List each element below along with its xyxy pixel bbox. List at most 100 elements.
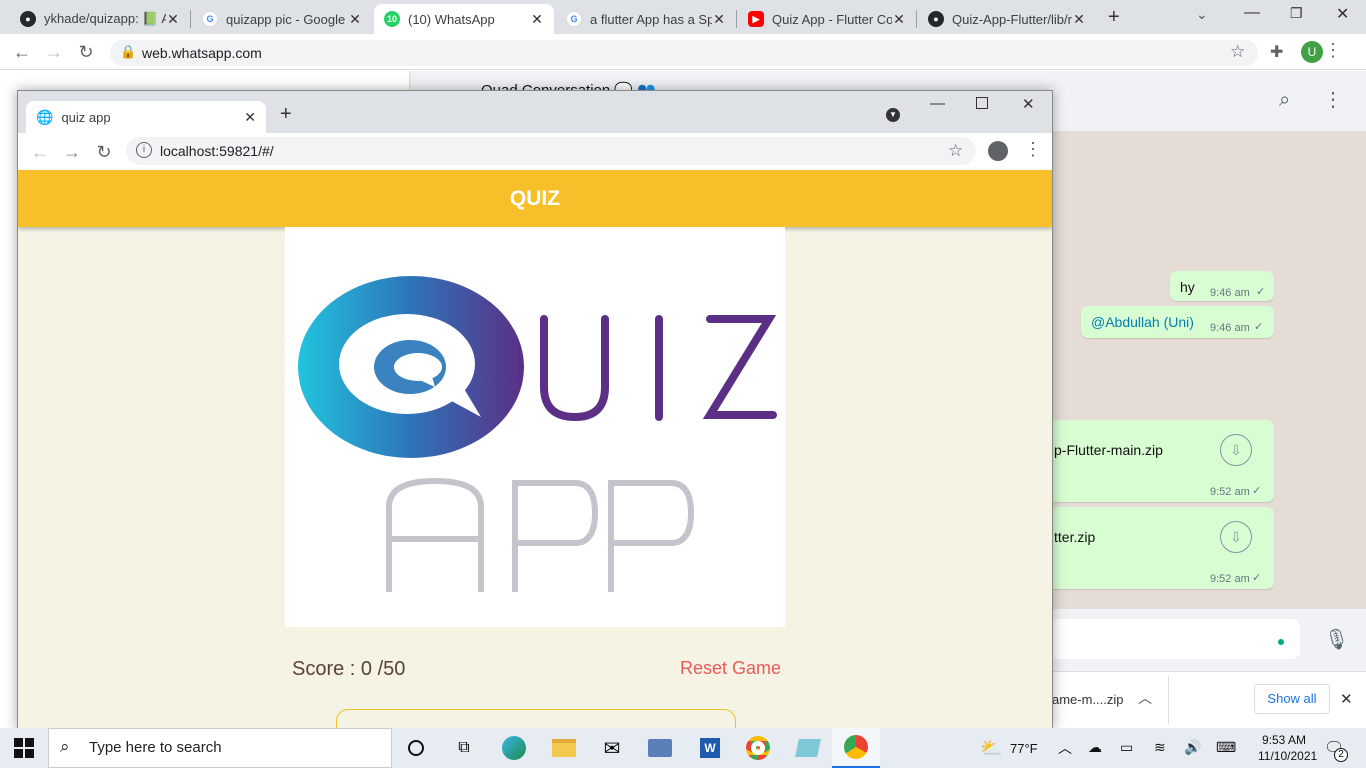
chevron-up-icon[interactable]: ︿ (1138, 688, 1152, 708)
outer-tab-whatsapp[interactable]: 10 (10) WhatsApp ✕ (374, 4, 554, 34)
close-window-icon[interactable]: ✕ (1022, 95, 1035, 113)
back-icon[interactable]: ← (10, 34, 34, 70)
close-icon[interactable]: ✕ (712, 11, 726, 28)
tab-label: Quiz-App-Flutter/lib/r (952, 11, 1072, 27)
weather-temp[interactable]: 77°F (1010, 741, 1038, 756)
menu-icon[interactable]: ⋮ (1324, 40, 1342, 61)
status-dot (1278, 639, 1284, 645)
search-icon[interactable]: ⌕ (1279, 89, 1290, 112)
volume-icon[interactable]: 🔊 (1184, 739, 1201, 756)
divider (1168, 676, 1169, 724)
minimize-icon[interactable]: — (930, 95, 945, 112)
reset-game-button[interactable]: Reset Game (680, 658, 781, 679)
new-tab-icon[interactable]: + (280, 103, 292, 126)
inner-tab-quiz-app[interactable]: 🌐 quiz app ✕ (26, 101, 266, 133)
taskbar-search-input[interactable]: Type here to search (48, 728, 392, 768)
message-time: 9:46 am (1210, 322, 1250, 334)
network-app-icon[interactable] (636, 728, 684, 768)
mail-icon[interactable]: ✉ (588, 728, 636, 768)
close-icon[interactable]: ✕ (530, 11, 544, 28)
file-explorer-icon[interactable] (540, 728, 588, 768)
tab-label: (10) WhatsApp (408, 11, 495, 27)
info-icon[interactable]: i (136, 142, 152, 158)
close-icon[interactable]: ✕ (1072, 11, 1086, 28)
file-name: tter.zip (1054, 529, 1096, 545)
outer-tab-youtube[interactable]: ▶ Quiz App - Flutter Co ✕ (738, 4, 916, 34)
tab-separator (736, 10, 737, 28)
answer-option-button[interactable] (336, 709, 736, 729)
maximize-icon[interactable] (976, 97, 988, 109)
microphone-icon[interactable]: 🎙 (1324, 627, 1349, 652)
new-tab-icon[interactable]: + (1108, 6, 1120, 29)
cortana-icon[interactable] (392, 728, 440, 768)
menu-icon[interactable]: ⋮ (1024, 139, 1042, 160)
show-all-button[interactable]: Show all (1254, 684, 1330, 714)
restore-icon[interactable]: ❐ (1290, 5, 1303, 22)
github-icon: ● (928, 11, 944, 27)
file-message[interactable]: tter.zip ⇩ 9:52 am ✓ (1052, 507, 1274, 589)
download-bar: ame-m....zip ︿ Show all ✕ (1052, 671, 1366, 728)
tab-label: a flutter App has a Spl (590, 11, 712, 27)
bookmark-star-icon[interactable]: ☆ (948, 141, 963, 161)
bookmark-star-icon[interactable]: ☆ (1230, 42, 1245, 62)
chrome-active-icon[interactable] (832, 728, 880, 768)
tab-label: quiz app (61, 109, 111, 125)
weather-icon[interactable]: ⛅ (980, 738, 1002, 759)
read-tick-icon: ✓ (1252, 485, 1262, 497)
close-icon[interactable]: ✕ (1340, 690, 1353, 708)
minimize-icon[interactable]: — (1244, 4, 1260, 22)
lock-icon: 🔒 (120, 44, 137, 59)
app-bar-title: QUIZ (18, 170, 1052, 227)
file-name: p-Flutter-main.zip (1054, 442, 1163, 458)
word-icon[interactable]: W (686, 728, 734, 768)
profile-icon[interactable] (988, 141, 1008, 161)
whatsapp-icon: 10 (384, 11, 400, 27)
close-icon[interactable]: ✕ (348, 11, 362, 28)
profile-avatar[interactable]: U (1301, 41, 1323, 63)
reload-icon[interactable]: ↻ (92, 134, 116, 170)
chevron-up-icon[interactable]: ︿ (1058, 738, 1072, 758)
inner-url-input[interactable]: localhost:59821/#/ (126, 137, 976, 165)
outer-tab-github-quizapp[interactable]: ● ykhade/quizapp: 📗 A ✕ (10, 4, 190, 34)
outer-url-input[interactable]: web.whatsapp.com (110, 40, 1258, 66)
clock[interactable]: 9:53 AM 11/10/2021 (1258, 732, 1317, 764)
close-window-icon[interactable]: ✕ (1336, 4, 1349, 24)
forward-icon[interactable]: → (60, 134, 84, 170)
chrome-icon[interactable] (734, 728, 782, 768)
close-icon[interactable]: ✕ (244, 109, 256, 126)
github-icon: ● (20, 11, 36, 27)
message-bubble[interactable]: @Abdullah (Uni) 9:46 am ✓ (1081, 306, 1274, 338)
tab-search-icon[interactable]: ⌄ (1196, 6, 1208, 23)
close-icon[interactable]: ✕ (166, 11, 180, 28)
message-input[interactable] (1052, 619, 1300, 659)
clock-time: 9:53 AM (1261, 733, 1307, 747)
outer-tab-google-search[interactable]: G quizapp pic - Google S ✕ (192, 4, 372, 34)
tab-search-icon[interactable]: ▼ (886, 108, 900, 122)
chat-menu-icon[interactable]: ⋮ (1323, 87, 1343, 112)
tab-label: ykhade/quizapp: 📗 A (44, 11, 166, 26)
message-bubble[interactable]: hy 9:46 am ✓ (1170, 271, 1274, 301)
download-file-name[interactable]: ame-m....zip (1052, 692, 1124, 707)
tab-label: Quiz App - Flutter Co (772, 11, 892, 27)
download-icon[interactable]: ⇩ (1220, 434, 1252, 466)
read-tick-icon: ✓ (1256, 286, 1266, 298)
notes-app-icon[interactable] (784, 728, 832, 768)
extensions-icon[interactable]: ✚ (1270, 42, 1283, 62)
wifi-icon[interactable]: ≋ (1154, 739, 1166, 756)
battery-icon[interactable]: ▭ (1120, 739, 1133, 756)
outer-tab-github-lib[interactable]: ● Quiz-App-Flutter/lib/r ✕ (918, 4, 1096, 34)
close-icon[interactable]: ✕ (892, 11, 906, 28)
outer-tab-flutter-splash[interactable]: G a flutter App has a Spl ✕ (556, 4, 736, 34)
edge-icon[interactable] (490, 728, 538, 768)
reload-icon[interactable]: ↻ (74, 34, 98, 70)
windows-start-icon[interactable] (14, 738, 34, 758)
file-message[interactable]: p-Flutter-main.zip ⇩ 9:52 am ✓ (1052, 420, 1274, 502)
task-view-icon[interactable]: ⧉ (440, 728, 488, 768)
back-icon[interactable]: ← (28, 134, 52, 170)
onedrive-icon[interactable]: ☁ (1088, 739, 1102, 756)
download-icon[interactable]: ⇩ (1220, 521, 1252, 553)
score-label: Score : 0 /50 (292, 658, 406, 680)
forward-icon[interactable]: → (42, 34, 66, 70)
keyboard-icon[interactable]: ⌨ (1216, 739, 1236, 756)
google-icon: G (202, 11, 218, 27)
